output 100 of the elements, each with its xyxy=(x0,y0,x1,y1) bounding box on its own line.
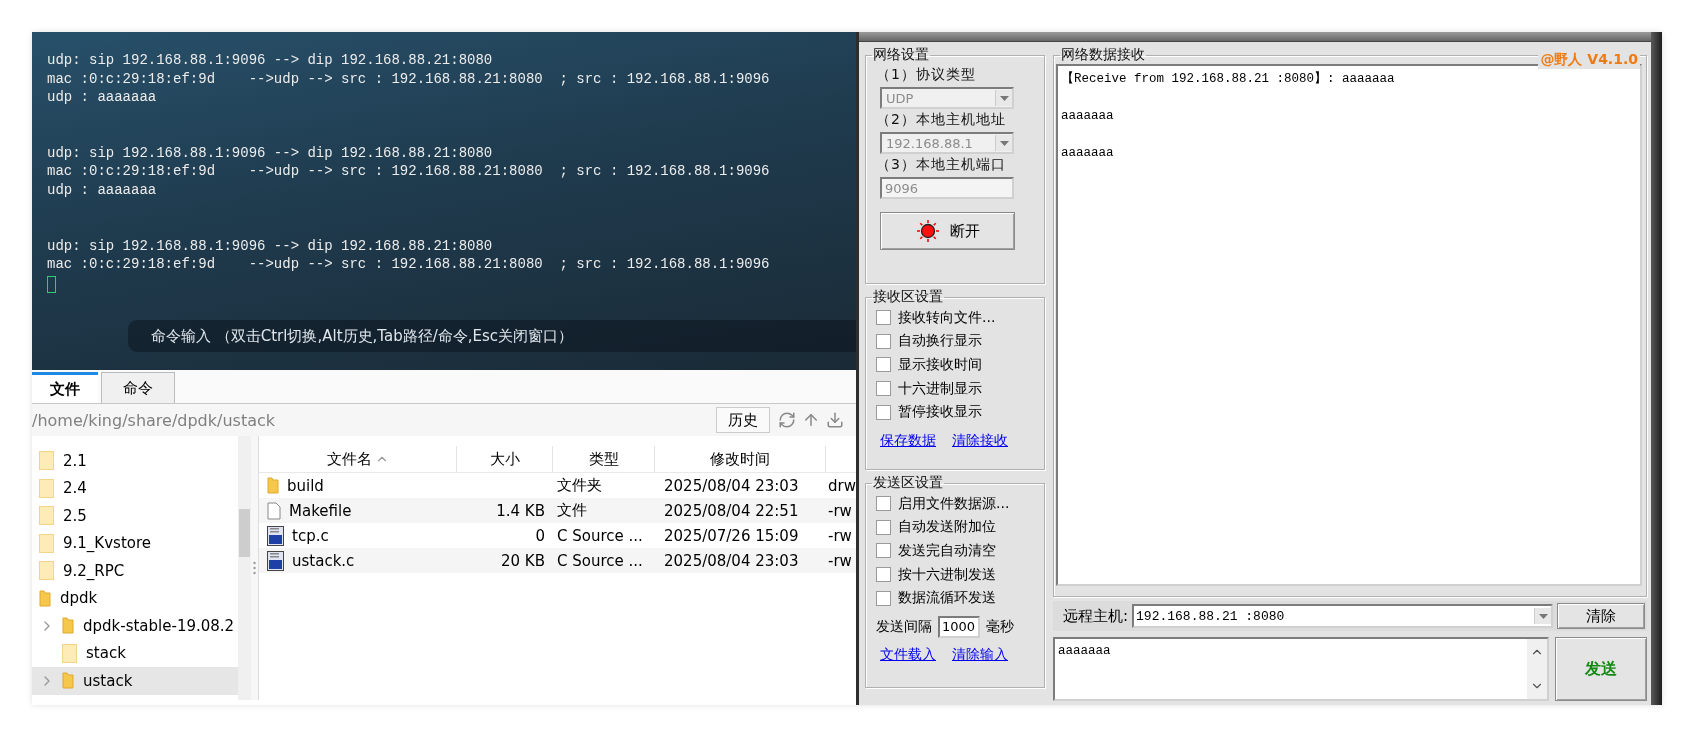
table-cell-text: -rw xyxy=(827,551,853,570)
folder-icon xyxy=(39,533,54,553)
history-button[interactable]: 历史 xyxy=(716,407,770,433)
tree-item[interactable]: dpdk-stable-19.08.2 xyxy=(32,612,238,640)
folder-icon xyxy=(39,451,54,471)
tree-item[interactable]: 2.5 xyxy=(32,502,238,530)
table-cell-text: C Source ... xyxy=(556,551,644,570)
checkbox[interactable] xyxy=(876,357,891,373)
received-text: 【Receive from 192.168.88.21 :8080】: aaaaaaa xyxy=(1061,70,1396,88)
download-icon[interactable] xyxy=(826,411,844,429)
option-label: 自动换行显示 xyxy=(898,332,982,351)
clear-button[interactable]: 清除 xyxy=(1557,603,1645,629)
option-label: 暂停接收显示 xyxy=(898,403,982,422)
tree-item[interactable]: 9.1_Kvstore xyxy=(32,529,238,557)
scrollbar[interactable] xyxy=(1527,639,1547,699)
send-button[interactable]: 发送 xyxy=(1555,637,1647,701)
link[interactable]: 保存数据 xyxy=(880,431,936,450)
folder-icon xyxy=(62,672,74,690)
table-cell-text: 文件 xyxy=(556,501,588,520)
table-cell-text: 1.4 KB xyxy=(495,501,546,520)
tree-item[interactable]: 2.4 xyxy=(32,474,238,502)
group-title: 网络数据接收 xyxy=(1060,46,1146,64)
field-label: （1）协议类型 xyxy=(876,66,977,84)
command-hint[interactable]: 命令输入 （双击Ctrl切换,Alt历史,Tab路径/命令,Esc关闭窗口） xyxy=(128,320,856,352)
column-header[interactable]: 大小 xyxy=(457,446,553,472)
tree-item[interactable]: dpdk xyxy=(32,584,238,612)
tree-item[interactable]: 2.1 xyxy=(32,447,238,475)
folder-icon xyxy=(62,643,77,663)
path-field[interactable]: /home/king/share/dpdk/ustack xyxy=(32,410,716,430)
folder-icon xyxy=(39,478,54,498)
table-cell-text: -rw xyxy=(827,526,853,545)
table-cell-text: 2025/07/26 15:09 xyxy=(663,526,800,545)
interval-field[interactable]: 1000 xyxy=(938,615,980,638)
checkbox[interactable] xyxy=(876,404,891,420)
scrollbar[interactable] xyxy=(238,436,251,700)
link[interactable]: 清除接收 xyxy=(952,431,1008,450)
table-cell-text: 20 KB xyxy=(500,551,546,570)
file-row[interactable]: ustack.c 20 KB C Source ... 2025/08/04 23:03 -rw xyxy=(259,548,856,573)
terminal-line: mac :0:c:29:18:ef:9d -->udp --> src : 192.168.88.21:8080 ; src : 192.168.88.1:9096 xyxy=(47,69,770,89)
option-label: 发送完自动清空 xyxy=(898,542,996,560)
folder-icon xyxy=(267,477,279,494)
checkbox[interactable] xyxy=(876,333,891,349)
tree-item[interactable]: 9.2_RPC xyxy=(32,557,238,585)
file-row[interactable]: Makefile 1.4 KB 文件 2025/08/04 22:51 -rw xyxy=(259,498,856,523)
option-label: 数据流循环发送 xyxy=(898,589,996,608)
source-file-icon xyxy=(267,550,284,571)
checkbox[interactable] xyxy=(876,381,891,397)
file-name: ustack.c xyxy=(292,551,355,570)
group-title: 网络设置 xyxy=(872,46,930,64)
tree-item[interactable]: stack xyxy=(32,639,238,667)
file-name: tcp.c xyxy=(292,526,329,545)
checkbox[interactable] xyxy=(876,567,891,583)
option-label: 接收转向文件... xyxy=(898,308,996,327)
terminal-line: udp : aaaaaaa xyxy=(47,180,157,200)
table-cell-text: C Source ... xyxy=(556,526,644,545)
link[interactable]: 文件载入 xyxy=(880,645,936,664)
option-label: 启用文件数据源... xyxy=(898,494,1010,513)
link[interactable]: 清除输入 xyxy=(952,645,1008,664)
column-header[interactable]: 类型 xyxy=(553,446,655,472)
checkbox[interactable] xyxy=(876,496,891,512)
refresh-icon[interactable] xyxy=(778,411,796,429)
tab[interactable]: 文件 xyxy=(32,372,98,403)
checkbox[interactable] xyxy=(876,519,891,535)
column-header[interactable]: 修改时间 xyxy=(655,446,826,472)
table-cell-text: -rw xyxy=(827,501,853,520)
unit-label: 毫秒 xyxy=(986,617,1014,636)
terminal-line: mac :0:c:29:18:ef:9d -->udp --> src : 192.168.88.21:8080 ; src : 192.168.88.1:9096 xyxy=(47,255,770,274)
terminal-line: udp: sip 192.168.88.1:9096 --> dip 192.168.88.21:8080 xyxy=(47,51,493,70)
terminal-line: mac :0:c:29:18:ef:9d -->udp --> src : 192.168.88.21:8080 ; src : 192.168.88.1:9096 xyxy=(47,162,770,181)
group-title: 发送区设置 xyxy=(872,474,944,492)
field-label: 发送间隔 xyxy=(876,617,932,636)
file-name: Makefile xyxy=(289,501,352,520)
field-label: 远程主机: xyxy=(1063,606,1129,626)
table-cell-text: 文件夹 xyxy=(556,476,603,495)
table-cell-text: drw xyxy=(827,476,856,495)
checkbox[interactable] xyxy=(876,543,891,559)
splitter-handle[interactable] xyxy=(251,436,258,700)
table-cell-text: 2025/08/04 22:51 xyxy=(663,501,800,520)
group-title: 接收区设置 xyxy=(872,288,944,306)
remote-host-dropdown[interactable]: 192.168.88.21 :8080 xyxy=(1132,604,1553,628)
field-label: （2）本地主机地址 xyxy=(876,111,1007,129)
option-label: 十六进制显示 xyxy=(898,379,982,398)
folder-icon xyxy=(62,617,74,635)
option-label: 按十六进制发送 xyxy=(898,565,996,584)
terminal-line: udp: sip 192.168.88.1:9096 --> dip 192.168.88.21:8080 xyxy=(47,236,493,256)
table-cell-text: 2025/08/04 23:03 xyxy=(663,476,800,495)
tab[interactable]: 命令 xyxy=(101,372,175,403)
tree-item[interactable]: ustack xyxy=(32,667,238,695)
terminal-line: udp: sip 192.168.88.1:9096 --> dip 192.168.88.21:8080 xyxy=(47,143,493,163)
terminal-line: udp : aaaaaaa xyxy=(47,88,157,107)
send-input[interactable]: aaaaaaa xyxy=(1053,637,1549,701)
document-icon xyxy=(267,501,281,520)
cursor xyxy=(47,275,56,293)
option-label: 自动发送附加位 xyxy=(898,518,996,537)
checkbox[interactable] xyxy=(876,310,891,326)
folder-icon xyxy=(39,506,54,526)
column-header[interactable]: 文件名 xyxy=(259,446,457,472)
checkbox[interactable] xyxy=(876,590,891,606)
folder-icon xyxy=(39,589,51,607)
source-file-icon xyxy=(267,525,284,546)
